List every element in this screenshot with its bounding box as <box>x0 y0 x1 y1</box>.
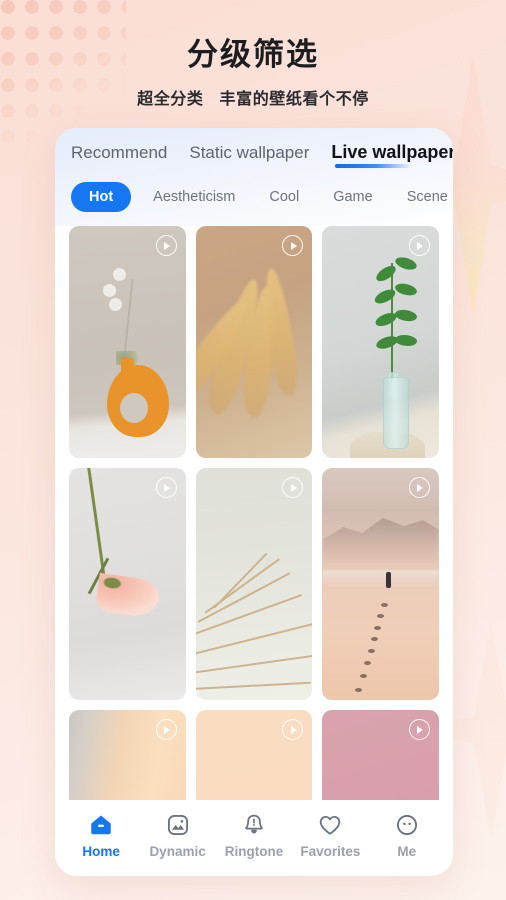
wallpaper-thumbnail <box>195 468 313 700</box>
wallpaper-card[interactable] <box>195 468 313 700</box>
promo-text-block: 分级筛选 超全分类 丰富的壁纸看个不停 <box>0 36 506 109</box>
wallpaper-card[interactable] <box>69 226 186 458</box>
nav-item-home[interactable]: Home <box>68 812 134 859</box>
play-circle-icon[interactable] <box>408 719 430 740</box>
chip-game[interactable]: Game <box>321 183 385 211</box>
promo-subheadline-left: 超全分类 <box>137 91 204 109</box>
nav-item-favorites-label: Favorites <box>300 843 361 859</box>
chip-scene[interactable]: Scene <box>395 183 453 211</box>
wallpaper-grid <box>69 226 439 826</box>
app-screen-panel: Recommend Static wallpaper Live wallpape… <box>55 128 453 876</box>
play-circle-icon[interactable] <box>408 477 430 498</box>
wallpaper-card[interactable] <box>195 226 313 458</box>
nav-item-favorites[interactable]: Favorites <box>297 812 363 859</box>
chip-aestheticism[interactable]: Aestheticism <box>141 183 247 211</box>
category-chip-bar: Hot Aestheticism Cool Game Scene <box>55 170 453 226</box>
wallpaper-card[interactable] <box>322 226 439 458</box>
nav-item-home-label: Home <box>82 843 120 859</box>
wallpaper-grid-area <box>55 226 453 826</box>
tab-recommend-label: Recommend <box>71 143 168 162</box>
nav-item-ringtone-label: Ringtone <box>224 843 284 859</box>
chip-cool[interactable]: Cool <box>257 183 311 211</box>
chip-hot[interactable]: Hot <box>71 182 132 212</box>
bottom-navigation-bar: Home Dynamic Ringtone Favorites Me <box>55 800 453 876</box>
promo-headline: 分级筛选 <box>187 37 319 72</box>
wallpaper-card[interactable] <box>69 468 186 700</box>
tab-static-wallpaper-label: Static wallpaper <box>189 143 310 162</box>
nav-item-me-label: Me <box>397 843 417 859</box>
wallpaper-thumbnail <box>322 468 439 700</box>
bell-icon <box>245 814 263 833</box>
home-icon <box>91 814 111 834</box>
play-circle-icon[interactable] <box>155 235 177 256</box>
nav-item-ringtone[interactable]: Ringtone <box>221 812 287 859</box>
wallpaper-thumbnail <box>69 226 186 458</box>
play-circle-icon[interactable] <box>408 235 430 256</box>
promo-subheadline-right: 丰富的壁纸看个不停 <box>219 91 369 109</box>
tab-live-wallpaper-label: Live wallpaper <box>331 142 453 162</box>
wallpaper-thumbnail <box>322 226 439 458</box>
promo-screenshot: 分级筛选 超全分类 丰富的壁纸看个不停 Recommend Static wall… <box>0 0 506 900</box>
image-mountain-icon <box>167 814 188 835</box>
promo-subheadline: 超全分类 丰富的壁纸看个不停 <box>0 85 506 109</box>
wallpaper-thumbnail <box>195 226 313 458</box>
wallpaper-thumbnail <box>69 468 186 700</box>
active-tab-underline <box>335 164 410 168</box>
heart-icon <box>320 815 341 835</box>
face-circle-icon <box>396 814 417 835</box>
play-circle-icon[interactable] <box>155 477 177 498</box>
tab-static-wallpaper[interactable]: Static wallpaper <box>189 143 309 170</box>
app-header: Recommend Static wallpaper Live wallpape… <box>55 128 453 226</box>
tab-bar: Recommend Static wallpaper Live wallpape… <box>55 142 453 170</box>
wallpaper-card[interactable] <box>322 468 439 700</box>
tab-live-wallpaper[interactable]: Live wallpaper <box>331 142 453 170</box>
nav-item-me[interactable]: Me <box>374 812 440 859</box>
nav-item-dynamic-label: Dynamic <box>149 843 206 859</box>
play-circle-icon[interactable] <box>155 719 177 740</box>
nav-item-dynamic[interactable]: Dynamic <box>145 812 211 859</box>
tab-recommend[interactable]: Recommend <box>71 143 167 170</box>
